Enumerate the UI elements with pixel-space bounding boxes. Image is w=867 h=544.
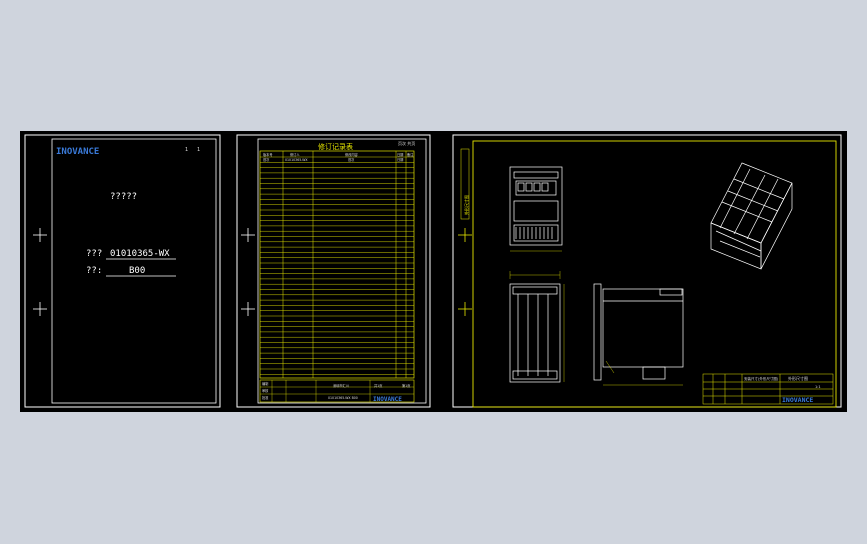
version-label: ??:	[86, 266, 102, 276]
title-block-name: 外形尺寸图	[788, 375, 808, 381]
inovance-logo-2: INOVANCE	[373, 396, 402, 403]
scale-value: 1:1	[815, 385, 821, 389]
row1-content: 首次	[348, 157, 355, 162]
footer-reviewed: 审核	[262, 388, 269, 393]
col-content: 修改内容	[345, 152, 359, 157]
side-label: 外形尺寸图	[463, 195, 469, 215]
document-title: ?????	[110, 192, 137, 202]
footer-company: 深圳市汇川	[333, 383, 349, 388]
part-number-label: ???	[86, 249, 102, 259]
right-view-drawing	[593, 283, 684, 381]
row1-date: 日期	[397, 157, 403, 162]
footer-approved: 批准	[262, 395, 269, 400]
part-number-value: 01010365-WX	[110, 249, 170, 259]
row1-reviser: 01010365-WX	[285, 158, 308, 162]
revision-page-info: 页次 共页	[398, 140, 415, 146]
row1-version: 首次	[263, 157, 270, 162]
title-block-text: 安装尺寸(外形尺寸图)	[744, 376, 779, 381]
footer-total: 共1页	[374, 383, 382, 388]
footer-docno: 01010365-WX B00	[328, 396, 358, 400]
version-value: B00	[129, 266, 145, 276]
crosshair-icon	[458, 228, 472, 316]
sheet-1: INOVANCE 1 1 ????? ??? 01010365-WX ??: B…	[24, 134, 221, 408]
inovance-logo: INOVANCE	[56, 147, 99, 157]
col-version: 版本号	[263, 152, 273, 157]
col-date: 日期	[397, 152, 403, 157]
page-total: 1	[197, 147, 200, 153]
footer-prepared: 编制	[262, 381, 268, 386]
revision-table-title: 修订记录表	[318, 142, 353, 151]
isometric-view-drawing	[710, 162, 793, 270]
footer-page: 第1页	[402, 383, 410, 388]
crosshair-icon	[33, 228, 47, 316]
cad-viewport[interactable]: INOVANCE 1 1 ????? ??? 01010365-WX ??: B…	[20, 131, 847, 412]
inovance-logo-3: INOVANCE	[782, 396, 813, 404]
col-remark: 备注	[407, 152, 414, 157]
sheet-3: 外形尺寸图 安装尺寸(外形尺寸图) 外形尺寸图 1:1 INOVANCE	[452, 134, 842, 408]
col-reviser: 修订人	[290, 152, 300, 157]
crosshair-icon	[241, 228, 255, 316]
side-view-drawing	[509, 283, 561, 383]
front-view-drawing	[509, 166, 563, 246]
sheet-2: 修订记录表 页次 共页 版本号 修订人 修改内容 日期 备注 首次 010103…	[236, 134, 431, 408]
page-number: 1	[185, 147, 188, 153]
